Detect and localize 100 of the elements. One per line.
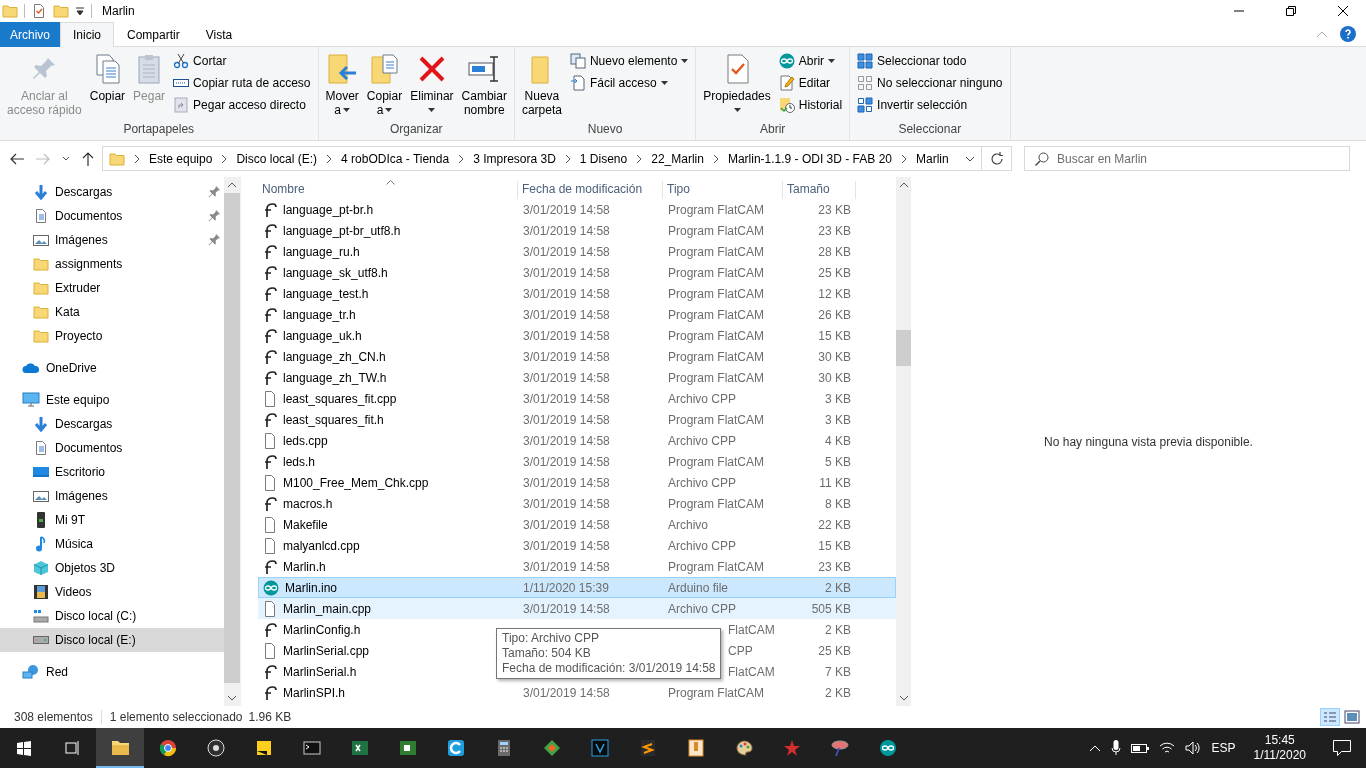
ribbon-button[interactable]: Cambiar nombre <box>458 51 510 122</box>
windows-logo-icon[interactable] <box>15 739 33 757</box>
palette-icon[interactable] <box>735 739 753 757</box>
ribbon-button[interactable]: Copiar ruta de acceso <box>170 73 314 93</box>
checked-document-icon[interactable] <box>31 3 47 19</box>
dropdown-icon[interactable] <box>75 6 85 16</box>
nav-item[interactable]: Imágenes <box>0 228 224 252</box>
breadcrumb[interactable]: 3 Impresora 3D <box>473 151 556 166</box>
ribbon-button[interactable]: Propiedades <box>700 51 774 122</box>
ribbon-button[interactable]: Abrir <box>775 51 846 71</box>
back-icon[interactable] <box>10 152 24 165</box>
folder-icon <box>109 150 125 167</box>
ribbon-button[interactable]: Seleccionar todo <box>854 51 1006 71</box>
nav-item[interactable]: Este equipo <box>0 388 224 412</box>
nav-item[interactable]: Red <box>0 660 224 684</box>
microphone-icon[interactable] <box>1111 740 1122 756</box>
nav-item[interactable]: Descargas <box>0 180 224 204</box>
ribbon-button[interactable]: Editar <box>775 73 846 93</box>
notifications-icon[interactable] <box>1333 740 1351 756</box>
nav-item[interactable]: Disco local (E:) <box>0 628 224 652</box>
nav-item[interactable]: Objetos 3D <box>0 556 224 580</box>
scrollbar-thumb[interactable] <box>896 330 911 366</box>
record-icon[interactable] <box>207 739 225 757</box>
column-header[interactable]: Tamaño <box>783 181 856 199</box>
breadcrumb[interactable]: 4 robODIca - Tienda <box>341 151 450 166</box>
brush-icon[interactable] <box>831 739 849 757</box>
file-type: FlatCAM <box>728 664 775 679</box>
file-type: Program FlatCAM <box>668 559 765 574</box>
clock[interactable]: 15:45 1/11/2020 <box>1245 733 1314 763</box>
browser-icon[interactable] <box>159 739 177 757</box>
recent-locations-icon[interactable] <box>62 156 70 161</box>
nav-item[interactable]: Descargas <box>0 412 224 436</box>
up-icon[interactable] <box>82 151 94 166</box>
refresh-icon[interactable] <box>989 151 1004 166</box>
calculator-icon[interactable] <box>495 739 513 757</box>
folder-icon[interactable] <box>111 738 129 756</box>
scrollbar-thumb[interactable] <box>224 193 240 683</box>
file-row[interactable]: Marlin.ino 1/11/2020 15:39 Arduino file 2 KB <box>258 577 896 598</box>
infinity-logo-icon[interactable] <box>879 739 897 757</box>
ribbon-button[interactable]: Historial <box>775 95 846 115</box>
breadcrumb[interactable]: 1 Diseno <box>579 151 628 166</box>
breadcrumb[interactable]: Este equipo <box>149 151 213 166</box>
diamond-icon[interactable] <box>543 739 561 757</box>
ribbon-button[interactable]: Copiar a <box>363 51 406 122</box>
nav-item[interactable]: Mi 9T <box>0 508 224 532</box>
large-icons-view-icon[interactable] <box>1342 708 1362 726</box>
breadcrumb[interactable]: Marlin <box>916 151 949 166</box>
ring-logo-icon[interactable] <box>447 739 465 757</box>
file-menu-tab[interactable]: Archivo <box>0 22 60 47</box>
breadcrumb[interactable]: Disco local (E:) <box>236 151 318 166</box>
nav-item[interactable]: Escritorio <box>0 460 224 484</box>
ribbon-button[interactable]: Nueva carpeta <box>518 51 565 122</box>
ribbon-button[interactable]: Nuevo elemento <box>566 51 692 71</box>
nav-item[interactable]: Disco local (C:) <box>0 604 224 628</box>
nav-item[interactable]: Música <box>0 532 224 556</box>
spreadsheet-icon[interactable] <box>351 739 369 757</box>
column-header[interactable]: Fecha de modificación <box>518 181 663 199</box>
ribbon-tab[interactable]: Inicio <box>60 22 115 47</box>
restore-icon[interactable] <box>1286 6 1296 16</box>
rename-icon <box>468 53 501 85</box>
ribbon-tab[interactable]: Compartir <box>114 22 193 47</box>
breadcrumb[interactable]: Marlin-1.1.9 - ODI 3D - FAB 20 <box>727 151 892 166</box>
task-view-icon[interactable] <box>63 739 81 757</box>
nav-item[interactable]: Kata <box>0 300 224 324</box>
help-icon[interactable] <box>1340 26 1356 42</box>
nav-item[interactable]: Documentos <box>0 204 224 228</box>
search-field[interactable]: Buscar en Marlin <box>1024 146 1350 171</box>
wifi-icon[interactable] <box>1159 741 1176 755</box>
terminal-icon[interactable] <box>303 739 321 757</box>
close-icon[interactable] <box>1338 6 1348 16</box>
chevron-up-icon[interactable] <box>1089 744 1102 752</box>
file-name: language_zh_CN.h <box>283 349 386 364</box>
column-header[interactable]: Tipo <box>663 181 783 199</box>
ribbon-button[interactable]: No seleccionar ninguno <box>854 73 1006 93</box>
nav-item[interactable]: OneDrive <box>0 356 224 380</box>
column-header[interactable]: Nombre <box>258 181 518 199</box>
dropdown-icon[interactable] <box>965 155 975 162</box>
ribbon-tab[interactable]: Vista <box>192 22 246 47</box>
file-name: Marlin.ino <box>285 580 338 595</box>
nav-item[interactable]: Imágenes <box>0 484 224 508</box>
battery-icon[interactable] <box>1131 742 1150 754</box>
nav-item[interactable]: Proyecto <box>0 324 224 348</box>
nav-item[interactable]: assignments <box>0 252 224 276</box>
ribbon-button[interactable]: Mover a <box>322 51 362 122</box>
ribbon-button[interactable]: Copiar <box>86 51 129 122</box>
speaker-icon[interactable] <box>1185 741 1202 755</box>
file-row[interactable]: Marlin_main.cpp 3/01/2019 14:58 Archivo CPP 505 KB <box>258 598 896 619</box>
input-language[interactable]: ESP <box>1211 741 1236 755</box>
star-icon[interactable] <box>783 739 801 757</box>
nav-item[interactable]: Extruder <box>0 276 224 300</box>
address-bar[interactable]: Este equipo Disco local (E:) 4 robODIca - Tienda 3 Impresora 3D 1 Diseno 22_Marlin Marlin-1.1.9 - ODI 3D - FAB 20 Marlin <box>102 146 982 171</box>
sticky-note-icon[interactable] <box>255 739 273 757</box>
breadcrumb[interactable]: 22_Marlin <box>651 151 704 166</box>
ribbon-button[interactable]: Fácil acceso <box>566 73 692 93</box>
nav-item[interactable]: Videos <box>0 580 224 604</box>
ribbon-button[interactable]: Cortar <box>170 51 314 71</box>
ribbon-button[interactable]: Invertir selección <box>854 95 1006 115</box>
ribbon-button[interactable]: Eliminar <box>407 51 457 122</box>
nav-item[interactable]: Documentos <box>0 436 224 460</box>
s-logo-icon[interactable] <box>639 739 657 757</box>
